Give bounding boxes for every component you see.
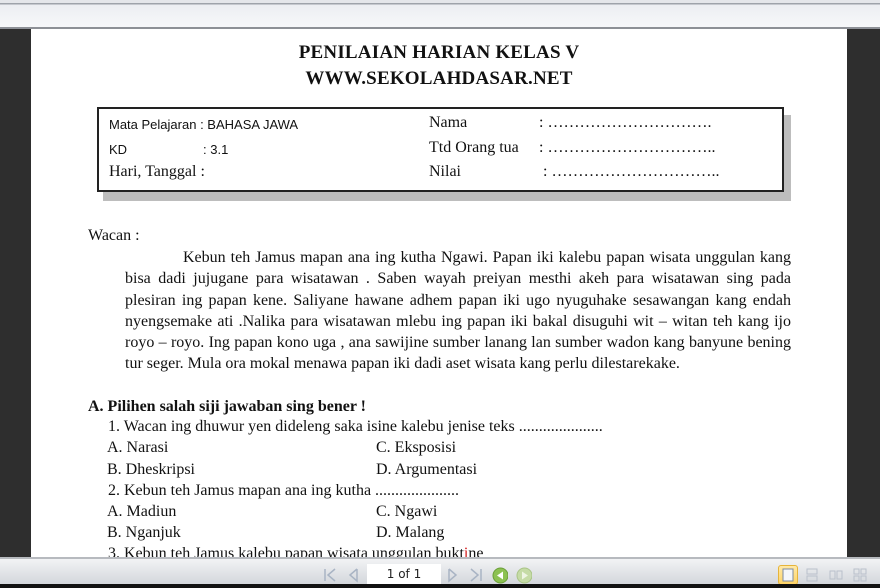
question-2: 2. Kebun teh Jamus mapan ana ing kutha .… [108, 482, 460, 499]
score-value: : ………………………….. [543, 163, 720, 180]
last-page-icon [470, 568, 482, 582]
facing-page-icon [829, 570, 843, 580]
question-1-option-c: C. Eksposisi [376, 439, 457, 456]
question-2-option-b: B. Nganjuk [107, 524, 181, 541]
previous-page-icon [348, 568, 358, 583]
question-3-text: 3. Kebun teh Jamus kalebu papan wisata u… [108, 545, 464, 557]
parent-signature-value: : ………………………….. [539, 139, 716, 156]
parent-signature-label: Ttd Orang tua [429, 139, 519, 156]
question-1-option-d: D. Argumentasi [376, 461, 478, 478]
kd-value: : 3.1 [203, 142, 229, 157]
single-page-view-button[interactable] [778, 565, 798, 585]
name-label: Nama [429, 114, 468, 131]
continuous-facing-view-button[interactable] [850, 565, 870, 585]
forward-arrow-icon [516, 567, 532, 583]
date-label: Hari, Tanggal [109, 163, 197, 180]
continuous-view-button[interactable] [802, 565, 822, 585]
score-label: Nilai [429, 163, 461, 180]
viewer-toolbar [0, 0, 880, 29]
question-3: 3. Kebun teh Jamus kalebu papan wisata u… [108, 545, 483, 557]
name-value: : …………………………. [539, 114, 712, 131]
section-a-heading: A. Pilihen salah siji jawaban sing bener… [88, 398, 366, 415]
last-page-button[interactable] [468, 567, 484, 583]
facing-view-button[interactable] [826, 565, 846, 585]
page-subtitle: WWW.SEKOLAHDASAR.NET [305, 68, 573, 89]
question-1-option-b: B. Dheskripsi [107, 461, 195, 478]
subject-row: Mata Pelajaran : BAHASA JAWA [109, 117, 298, 132]
question-2-option-c: C. Ngawi [376, 503, 438, 520]
kd-label: KD [109, 142, 128, 157]
date-row: Hari, Tanggal : [109, 163, 205, 181]
question-3-text-end: ne [468, 545, 484, 557]
name-row: Nama : …………………………. [429, 114, 779, 134]
window-bottom-edge [0, 584, 880, 588]
question-1: 1. Wacan ing dhuwur yen dideleng saka is… [108, 418, 603, 435]
continuous-page-icon [806, 568, 818, 582]
page-number-field[interactable]: 1 of 1 [367, 564, 441, 584]
first-page-button[interactable] [322, 567, 338, 583]
reading-passage: Kebun teh Jamus mapan ana ing kutha Ngaw… [125, 249, 791, 373]
subject-label: Mata Pelajaran [109, 117, 197, 132]
previous-page-button[interactable] [345, 567, 361, 583]
next-page-icon [448, 568, 458, 583]
question-1-option-a: A. Narasi [107, 439, 169, 456]
next-page-button[interactable] [445, 567, 461, 583]
back-arrow-icon [492, 567, 508, 583]
forward-button[interactable] [516, 567, 532, 583]
document-page: PENILAIAN HARIAN KELAS V WWW.SEKOLAHDASA… [31, 29, 847, 557]
date-value: : [200, 163, 205, 180]
back-button[interactable] [492, 567, 508, 583]
document-viewport[interactable]: PENILAIAN HARIAN KELAS V WWW.SEKOLAHDASA… [0, 29, 880, 557]
first-page-icon [324, 568, 336, 582]
question-2-option-d: D. Malang [376, 524, 445, 541]
reading-label: Wacan : [88, 227, 140, 244]
parent-signature-row: Ttd Orang tua : ………………………….. [429, 139, 779, 159]
continuous-facing-icon [853, 568, 867, 582]
score-row: Nilai : ………………………….. [429, 163, 779, 183]
subject-value: : BAHASA JAWA [200, 117, 299, 132]
page-title: PENILAIAN HARIAN KELAS V [298, 42, 580, 63]
single-page-icon [782, 568, 794, 582]
question-2-option-a: A. Madiun [107, 503, 177, 520]
student-info-box: Mata Pelajaran : BAHASA JAWA KD : 3.1 Ha… [97, 107, 784, 192]
